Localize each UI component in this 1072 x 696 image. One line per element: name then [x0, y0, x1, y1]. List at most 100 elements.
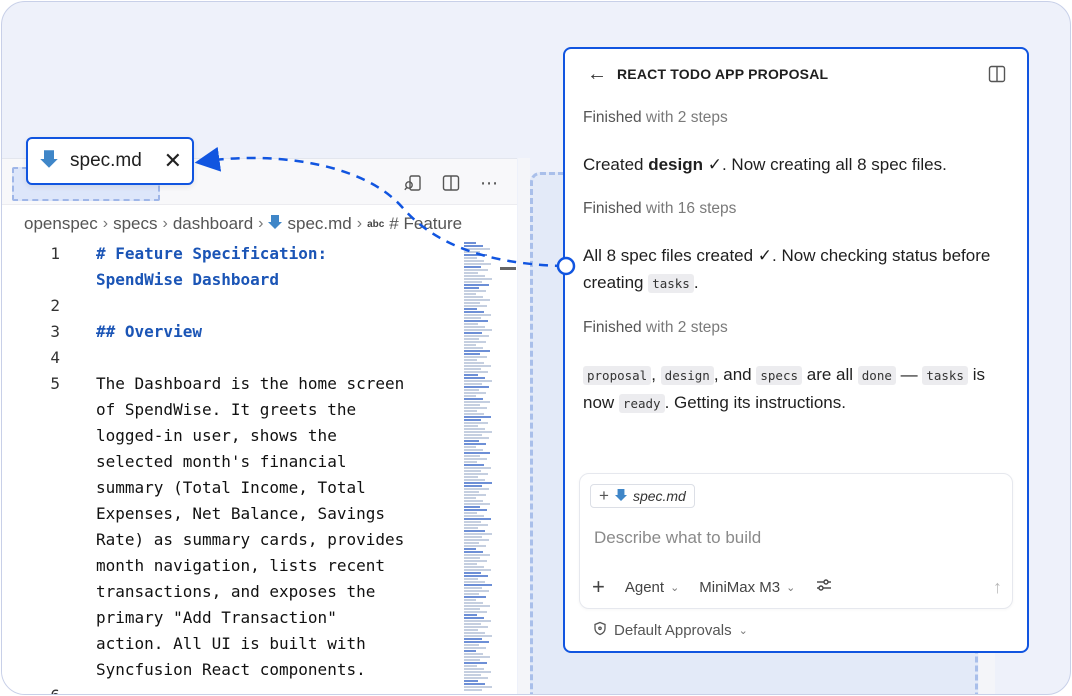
- minimap-line: [464, 443, 486, 445]
- minimap-line: [464, 536, 482, 538]
- minimap-line: [464, 467, 491, 469]
- minimap-line: [464, 380, 492, 382]
- minimap-line: [464, 287, 479, 289]
- assistant-message: All 8 spec files created ✓. Now checking…: [583, 246, 991, 293]
- minimap-line: [464, 389, 479, 391]
- minimap-line: [464, 557, 480, 559]
- editor-actions: ⋯: [403, 173, 499, 193]
- minimap-line: [464, 323, 478, 325]
- minimap-line: [464, 668, 484, 670]
- minimap-line: [464, 686, 492, 688]
- minimap-line: [464, 482, 492, 484]
- minimap-line: [464, 434, 482, 436]
- more-actions-icon[interactable]: ⋯: [479, 173, 499, 193]
- minimap-line: [464, 377, 485, 379]
- minimap-line: [464, 548, 476, 550]
- minimap-line: [464, 608, 480, 610]
- context-attachment-chip[interactable]: + spec.md: [590, 484, 695, 508]
- minimap-line: [464, 374, 478, 376]
- minimap-line: [464, 533, 492, 535]
- step-summary[interactable]: Finished with 16 steps: [583, 200, 1009, 218]
- line-number: 4: [50, 348, 60, 367]
- chevron-down-icon: ⌄: [670, 581, 680, 594]
- minimap-line: [464, 515, 484, 517]
- minimap-line: [464, 491, 479, 493]
- dragged-file-tab[interactable]: spec.md ✕: [26, 137, 194, 185]
- minimap-line: [464, 341, 486, 343]
- step-summary[interactable]: Finished with 2 steps: [583, 319, 1009, 337]
- editor-pane: ⋯ openspec › specs › dashboard › spec.md…: [2, 158, 517, 694]
- minimap-line: [464, 395, 476, 397]
- code-line[interactable]: 4: [2, 345, 462, 371]
- add-icon[interactable]: +: [592, 576, 605, 598]
- minimap-line: [464, 452, 490, 454]
- add-context-icon: +: [599, 486, 609, 505]
- minimap-line: [464, 617, 484, 619]
- breadcrumb-dashboard[interactable]: dashboard: [173, 214, 253, 234]
- minimap-line: [464, 371, 488, 373]
- minimap-line: [464, 350, 490, 352]
- minimap-line: [464, 305, 487, 307]
- minimap-line: [464, 569, 491, 571]
- minimap-line: [464, 674, 481, 676]
- back-arrow-icon[interactable]: ←: [587, 63, 607, 86]
- minimap-line: [464, 338, 479, 340]
- line-text: ## Overview: [96, 322, 202, 341]
- minimap-line: [464, 314, 491, 316]
- minimap-line: [464, 590, 489, 592]
- code-line[interactable]: 1 # Feature Specification: SpendWise Dash…: [2, 241, 462, 293]
- agent-mode-dropdown[interactable]: Agent ⌄: [625, 579, 679, 596]
- agent-mode-label: Agent: [624, 578, 665, 596]
- line-text: # Feature Specification: SpendWise Dashb…: [96, 244, 328, 289]
- approvals-dropdown[interactable]: Default Approvals ⌄: [593, 621, 748, 640]
- minimap-line: [464, 596, 486, 598]
- breadcrumb-openspec[interactable]: openspec: [24, 214, 98, 234]
- breadcrumb-specs[interactable]: specs: [113, 214, 157, 234]
- minimap-line: [464, 545, 486, 547]
- minimap-line: [464, 329, 492, 331]
- minimap-line: [464, 671, 491, 673]
- close-icon[interactable]: ✕: [164, 150, 182, 172]
- minimap-line: [464, 626, 488, 628]
- sliders-icon[interactable]: [815, 576, 833, 599]
- prompt-input[interactable]: Describe what to build: [594, 528, 761, 548]
- breadcrumb-symbol[interactable]: # Feature: [389, 214, 462, 234]
- chat-title: REACT TODO APP PROPOSAL: [617, 66, 829, 82]
- minimap-line: [464, 464, 484, 466]
- minimap[interactable]: [462, 241, 494, 694]
- breadcrumb-file[interactable]: spec.md: [287, 214, 351, 234]
- minimap-line: [464, 356, 487, 358]
- minimap-slider[interactable]: [500, 267, 516, 270]
- minimap-line: [464, 572, 481, 574]
- open-preview-icon[interactable]: [403, 173, 423, 193]
- line-number: 5: [50, 374, 60, 393]
- code-line[interactable]: 6: [2, 683, 462, 694]
- send-arrow-icon[interactable]: ↑: [993, 577, 1002, 598]
- minimap-line: [464, 455, 480, 457]
- code-line[interactable]: 2: [2, 293, 462, 319]
- minimap-line: [464, 602, 483, 604]
- minimap-line: [464, 539, 489, 541]
- assistant-message: Created design ✓. Now creating all 8 spe…: [583, 155, 947, 174]
- code-editor[interactable]: 1 # Feature Specification: SpendWise Dash…: [2, 241, 462, 694]
- minimap-line: [464, 275, 485, 277]
- minimap-line: [464, 605, 490, 607]
- minimap-line: [464, 584, 492, 586]
- minimap-line: [464, 281, 482, 283]
- minimap-line: [464, 683, 485, 685]
- minimap-line: [464, 479, 485, 481]
- minimap-line: [464, 302, 480, 304]
- model-dropdown[interactable]: MiniMax M3 ⌄: [699, 579, 795, 596]
- minimap-line: [464, 488, 489, 490]
- minimap-line: [464, 470, 481, 472]
- split-editor-icon[interactable]: [441, 173, 461, 193]
- step-summary[interactable]: Finished with 2 steps: [583, 109, 1009, 127]
- panel-layout-icon[interactable]: [987, 64, 1007, 84]
- minimap-line: [464, 677, 488, 679]
- code-line[interactable]: 3 ## Overview: [2, 319, 462, 345]
- minimap-line: [464, 632, 485, 634]
- code-line[interactable]: 5 The Dashboard is the home screen of Spe…: [2, 371, 462, 683]
- minimap-line: [464, 308, 477, 310]
- minimap-line: [464, 458, 487, 460]
- assistant-message: proposal, design, and specs are all done…: [583, 365, 985, 413]
